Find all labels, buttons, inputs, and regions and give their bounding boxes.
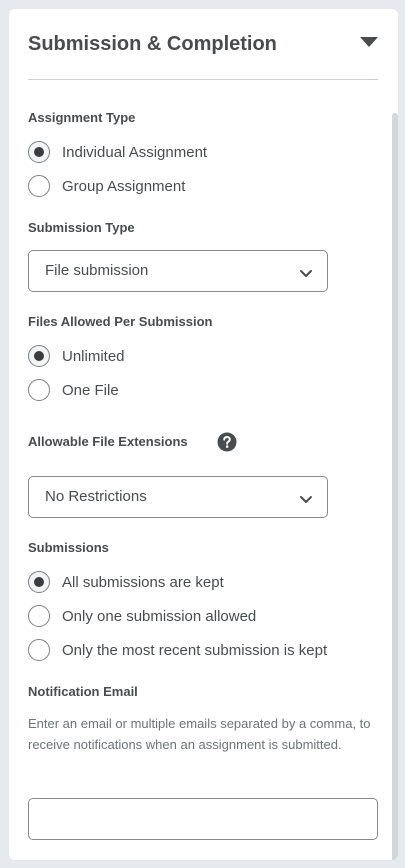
caret-down-icon[interactable] bbox=[359, 35, 379, 49]
radio-button[interactable] bbox=[28, 639, 50, 661]
notification-email-input[interactable] bbox=[28, 798, 378, 840]
files-allowed-label: Files Allowed Per Submission bbox=[28, 314, 213, 329]
radio-label: Only one submission allowed bbox=[62, 607, 257, 625]
help-circle-icon[interactable] bbox=[217, 432, 237, 452]
radio-individual-assignment[interactable]: Individual Assignment bbox=[28, 139, 207, 165]
radio-one-file[interactable]: One File bbox=[28, 377, 119, 403]
submission-completion-panel: Submission & Completion Assignment Type … bbox=[9, 9, 398, 860]
file-extensions-select[interactable]: No Restrictions bbox=[28, 476, 328, 518]
radio-label: Individual Assignment bbox=[62, 143, 208, 161]
radio-label: Unlimited bbox=[62, 347, 125, 365]
submission-type-select[interactable]: File submission bbox=[28, 250, 328, 292]
scrollbar[interactable] bbox=[392, 113, 398, 860]
radio-label: Group Assignment bbox=[62, 177, 186, 195]
submissions-label: Submissions bbox=[28, 540, 109, 555]
radio-unlimited[interactable]: Unlimited bbox=[28, 343, 125, 369]
select-value: No Restrictions bbox=[45, 488, 147, 505]
radio-button[interactable] bbox=[28, 175, 50, 197]
radio-one-submission-allowed[interactable]: Only one submission allowed bbox=[28, 603, 256, 629]
radio-group-assignment[interactable]: Group Assignment bbox=[28, 173, 185, 199]
assignment-type-label: Assignment Type bbox=[28, 110, 136, 125]
radio-button[interactable] bbox=[28, 141, 50, 163]
chevron-down-icon bbox=[299, 266, 313, 277]
notification-email-help-text: Enter an email or multiple emails separa… bbox=[28, 716, 371, 752]
radio-button[interactable] bbox=[28, 345, 50, 367]
notification-email-label: Notification Email bbox=[28, 684, 138, 699]
file-extensions-label: Allowable File Extensions bbox=[28, 434, 188, 449]
section-title: Submission & Completion bbox=[28, 33, 277, 55]
radio-label: Only the most recent submission is kept bbox=[62, 641, 328, 659]
radio-button[interactable] bbox=[28, 605, 50, 627]
radio-all-submissions-kept[interactable]: All submissions are kept bbox=[28, 569, 224, 595]
submission-type-label: Submission Type bbox=[28, 220, 135, 235]
radio-label: All submissions are kept bbox=[62, 573, 224, 591]
radio-most-recent-kept[interactable]: Only the most recent submission is kept bbox=[28, 637, 327, 663]
select-value: File submission bbox=[45, 262, 149, 279]
radio-button[interactable] bbox=[28, 379, 50, 401]
radio-label: One File bbox=[62, 381, 119, 399]
section-divider bbox=[28, 79, 378, 80]
radio-button[interactable] bbox=[28, 571, 50, 593]
chevron-down-icon bbox=[299, 492, 313, 503]
